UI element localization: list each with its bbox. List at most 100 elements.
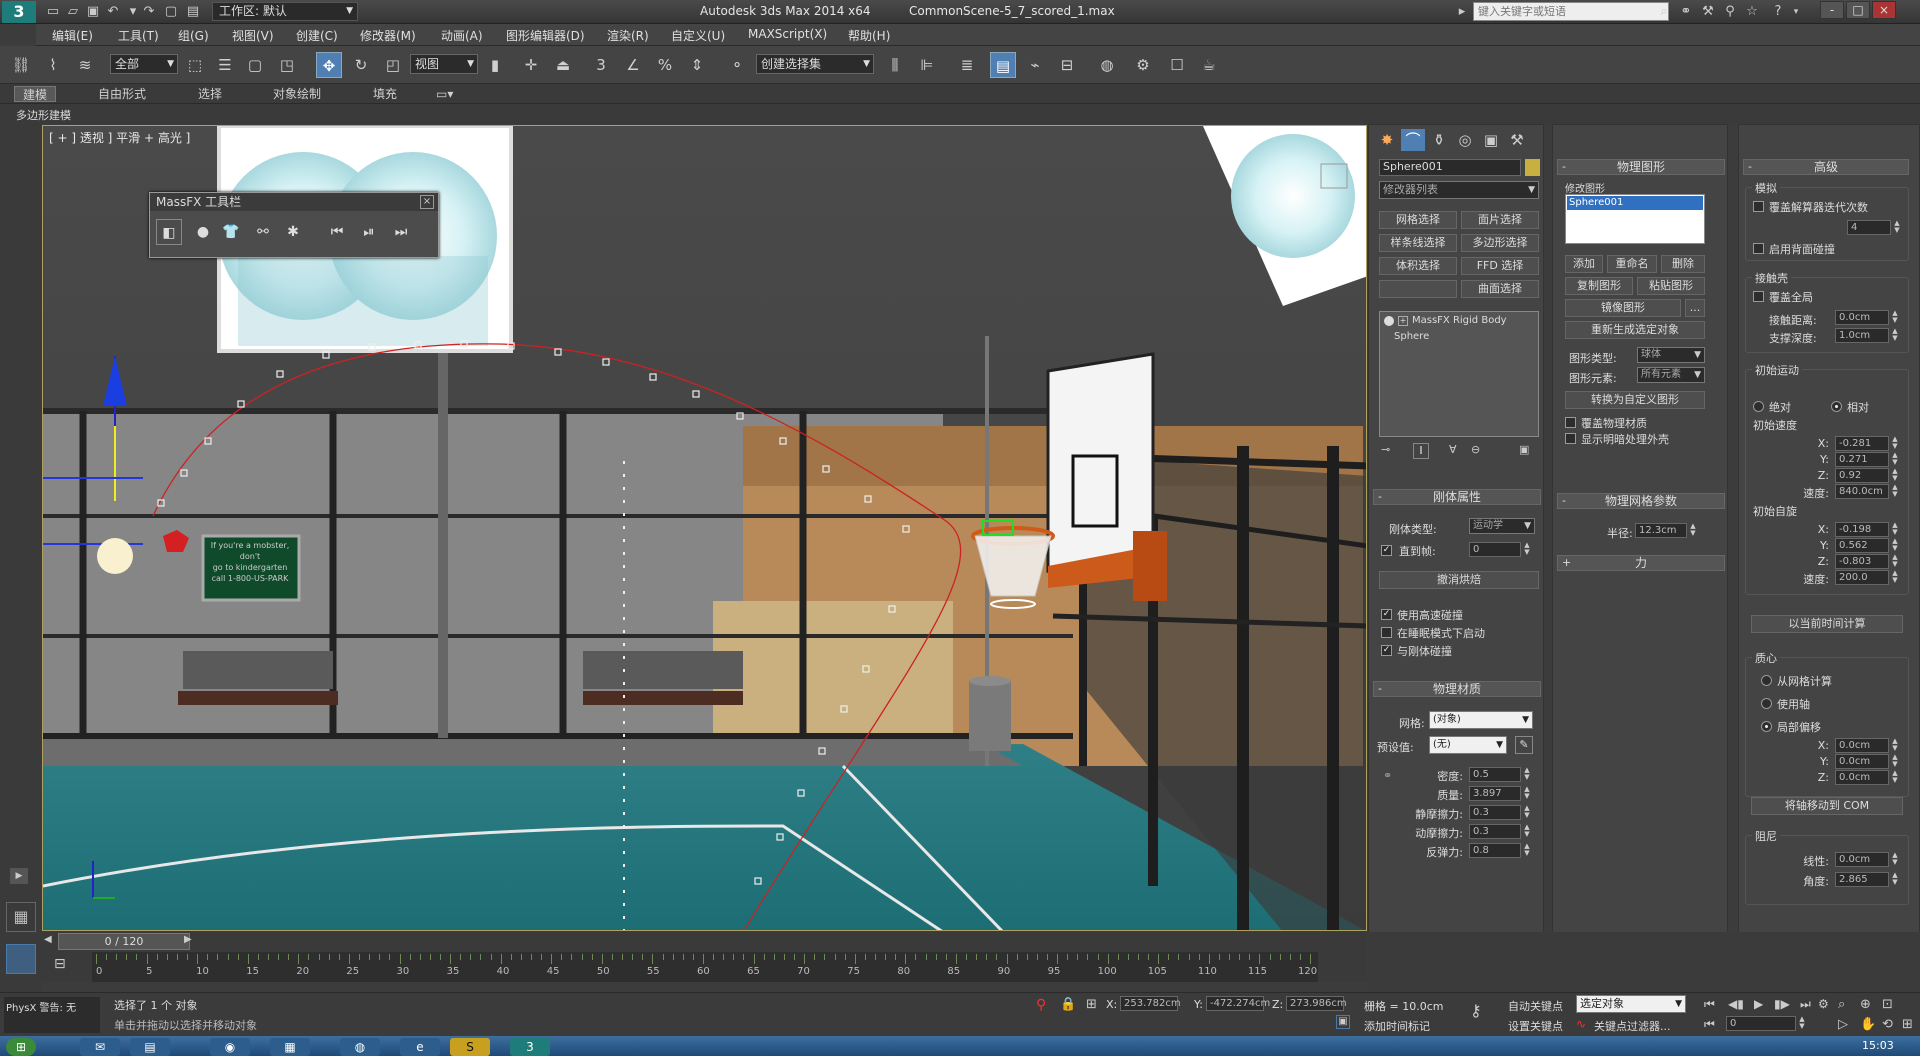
taskbar-s-icon[interactable]: S: [450, 1038, 490, 1056]
viewport-label[interactable]: [ + ] 透视 ] 平滑 + 高光 ]: [49, 129, 190, 146]
world-parameters-icon[interactable]: ◧: [156, 219, 182, 245]
polygon-modeling-label[interactable]: 多边形建模: [16, 107, 71, 123]
use-high-velocity-checkbox[interactable]: ✓: [1381, 609, 1392, 620]
rename-shape-button[interactable]: 重命名: [1607, 255, 1657, 273]
convert-custom-shape-button[interactable]: 转换为自定义图形: [1565, 391, 1705, 409]
spin-y-spinner[interactable]: 0.562 ▲ ▼: [1835, 538, 1898, 553]
mesh-select-button[interactable]: 网格选择: [1379, 211, 1457, 229]
zoom-extents-icon[interactable]: ⊡: [1882, 997, 1893, 1012]
offset-z-spinner[interactable]: 0.0cm ▲ ▼: [1835, 770, 1898, 785]
key-selection-dropdown[interactable]: 选定对象 ▼: [1576, 995, 1686, 1013]
graphite-ribbon-icon[interactable]: ▤: [990, 52, 1016, 78]
display-tab-icon[interactable]: ▣: [1479, 129, 1503, 151]
viewport-layout-icon[interactable]: ▦: [6, 902, 36, 932]
spinner-arrows-icon[interactable]: ▲ ▼: [1890, 468, 1900, 483]
menu-modifiers[interactable]: 修改器(M): [360, 27, 416, 44]
unlink-icon[interactable]: ⌇: [40, 52, 66, 78]
spinner-arrows-icon[interactable]: ▲ ▼: [1890, 738, 1900, 753]
mirror-options-button[interactable]: ...: [1685, 299, 1705, 317]
relative-radio[interactable]: [1831, 401, 1842, 412]
go-to-end-icon[interactable]: ⏭: [1800, 997, 1811, 1012]
time-slider[interactable]: ◀ 0 / 120 ▶: [42, 932, 1367, 952]
menu-customize[interactable]: 自定义(U): [671, 27, 725, 44]
object-name-field[interactable]: Sphere001: [1379, 159, 1521, 176]
maximize-viewport-icon[interactable]: ⊞: [1902, 1017, 1913, 1032]
lock-selection-icon[interactable]: 🔒: [1060, 997, 1076, 1012]
select-and-move-icon[interactable]: ✥: [316, 52, 342, 78]
edit-named-selection-icon[interactable]: ⚬: [724, 52, 750, 78]
forces-header[interactable]: + 力: [1557, 555, 1725, 571]
select-and-rotate-icon[interactable]: ↻: [348, 52, 374, 78]
taskbar-ie-icon[interactable]: e: [400, 1038, 440, 1056]
search-input[interactable]: 键入关键字或短语: [1473, 2, 1669, 21]
preset-dropdown[interactable]: (无) ▼: [1429, 736, 1507, 754]
menu-help[interactable]: 帮助(H): [848, 27, 890, 44]
layer-manager-icon[interactable]: ≣: [954, 52, 980, 78]
taskbar-browser-icon[interactable]: ◉: [210, 1038, 250, 1056]
infocenter-expand-icon[interactable]: ▸: [1452, 3, 1472, 21]
coord-z-field[interactable]: 273.986cm: [1286, 996, 1347, 1011]
mini-curve-editor-icon[interactable]: ⊟: [54, 956, 66, 972]
spinner-arrows-icon[interactable]: ▲ ▼: [1890, 570, 1900, 585]
taskbar-3dsmax-icon[interactable]: 3: [510, 1038, 550, 1056]
auto-key-button[interactable]: 自动关键点: [1508, 998, 1563, 1014]
maxscript-listener[interactable]: PhysX 警告: 无: [4, 997, 100, 1033]
start-sleep-checkbox[interactable]: [1381, 627, 1392, 638]
material-mesh-dropdown[interactable]: (对象) ▼: [1429, 711, 1533, 729]
massfx-toolbar-title[interactable]: MassFX 工具栏: [150, 193, 438, 211]
track-bar[interactable]: 0 5 10 15 20 25 30 35 40 45 50 55 60 65 70 75 80 85 90 95 10…: [92, 952, 1318, 982]
delete-shape-button[interactable]: 删除: [1661, 255, 1705, 273]
spinner-arrows-icon[interactable]: ▲ ▼: [1890, 484, 1900, 499]
local-offset-radio[interactable]: [1761, 721, 1772, 732]
curve-editor-icon[interactable]: ⌁: [1022, 52, 1048, 78]
spin-z-spinner[interactable]: -0.803 ▲ ▼: [1835, 554, 1898, 569]
spinner-arrows-icon[interactable]: ▲ ▼: [1890, 554, 1900, 569]
physical-material-header[interactable]: - 物理材质: [1373, 681, 1541, 697]
pivot-center-icon[interactable]: ▮: [482, 52, 508, 78]
tab-populate[interactable]: 填充: [365, 86, 405, 102]
shapes-list[interactable]: Sphere001: [1565, 194, 1705, 244]
angle-snap-icon[interactable]: ∠: [620, 52, 646, 78]
schematic-view-icon[interactable]: ⊟: [1054, 52, 1080, 78]
create-tab-icon[interactable]: ✸: [1375, 129, 1399, 151]
step-simulation-icon[interactable]: ⏭: [388, 219, 414, 245]
start-button[interactable]: ⊞: [6, 1038, 36, 1056]
coord-x-field[interactable]: 253.782cm: [1120, 996, 1181, 1011]
spinner-arrows-icon[interactable]: ▲ ▼: [1890, 852, 1900, 867]
shape-element-dropdown[interactable]: 所有元素 ▼: [1637, 367, 1705, 383]
perspective-viewport[interactable]: If you're a mobster, don't go to kinderg…: [42, 125, 1367, 931]
spinner-arrows-icon[interactable]: ▲ ▼: [1892, 220, 1902, 235]
radius-spinner[interactable]: 12.3cm ▲ ▼: [1635, 523, 1696, 538]
menu-group[interactable]: 组(G): [178, 27, 209, 44]
collide-rigid-checkbox[interactable]: ✓: [1381, 645, 1392, 656]
override-global-checkbox[interactable]: [1753, 291, 1764, 302]
selection-filter-dropdown[interactable]: 全部 ▼: [110, 54, 178, 74]
coord-y-field[interactable]: -472.274cm: [1206, 996, 1270, 1011]
time-tag-icon[interactable]: ▣: [1336, 1015, 1350, 1029]
until-frame-checkbox[interactable]: ✓: [1381, 545, 1392, 556]
spinner-arrows-icon[interactable]: ▲ ▼: [1688, 523, 1698, 538]
snaps-toggle-icon[interactable]: 3: [588, 52, 614, 78]
tab-object-paint[interactable]: 对象绘制: [265, 86, 329, 102]
spinner-arrows-icon[interactable]: ▲ ▼: [1522, 767, 1532, 782]
pan-icon[interactable]: ✋: [1860, 1017, 1876, 1032]
override-material-checkbox[interactable]: [1565, 417, 1576, 428]
set-key-button[interactable]: 设置关键点: [1508, 1018, 1563, 1034]
add-time-tag-button[interactable]: 添加时间标记: [1364, 1018, 1430, 1034]
project-folder-icon[interactable]: ▤: [184, 3, 202, 21]
open-file-icon[interactable]: ▱: [64, 3, 82, 21]
make-unique-icon[interactable]: ∀: [1449, 443, 1457, 456]
undo-icon[interactable]: ↶: [104, 3, 122, 21]
vel-z-spinner[interactable]: 0.92 ▲ ▼: [1835, 468, 1898, 483]
menu-edit[interactable]: 编辑(E): [52, 27, 93, 44]
play-icon[interactable]: ▶: [1754, 997, 1763, 1011]
isolate-icon[interactable]: ⚲: [1036, 997, 1046, 1013]
physical-shapes-header[interactable]: - 物理图形: [1557, 159, 1725, 175]
absolute-mode-icon[interactable]: ⊞: [1086, 997, 1097, 1012]
eyedropper-icon[interactable]: ✎: [1515, 736, 1533, 754]
taskbar-app-icon[interactable]: ▦: [270, 1038, 310, 1056]
stack-item-massfx[interactable]: MassFX Rigid Body: [1412, 315, 1507, 326]
taskbar-mail-icon[interactable]: ✉: [80, 1038, 120, 1056]
pin-stack-icon[interactable]: ⊸: [1381, 443, 1390, 456]
rigid-body-icon[interactable]: ●: [190, 219, 216, 245]
